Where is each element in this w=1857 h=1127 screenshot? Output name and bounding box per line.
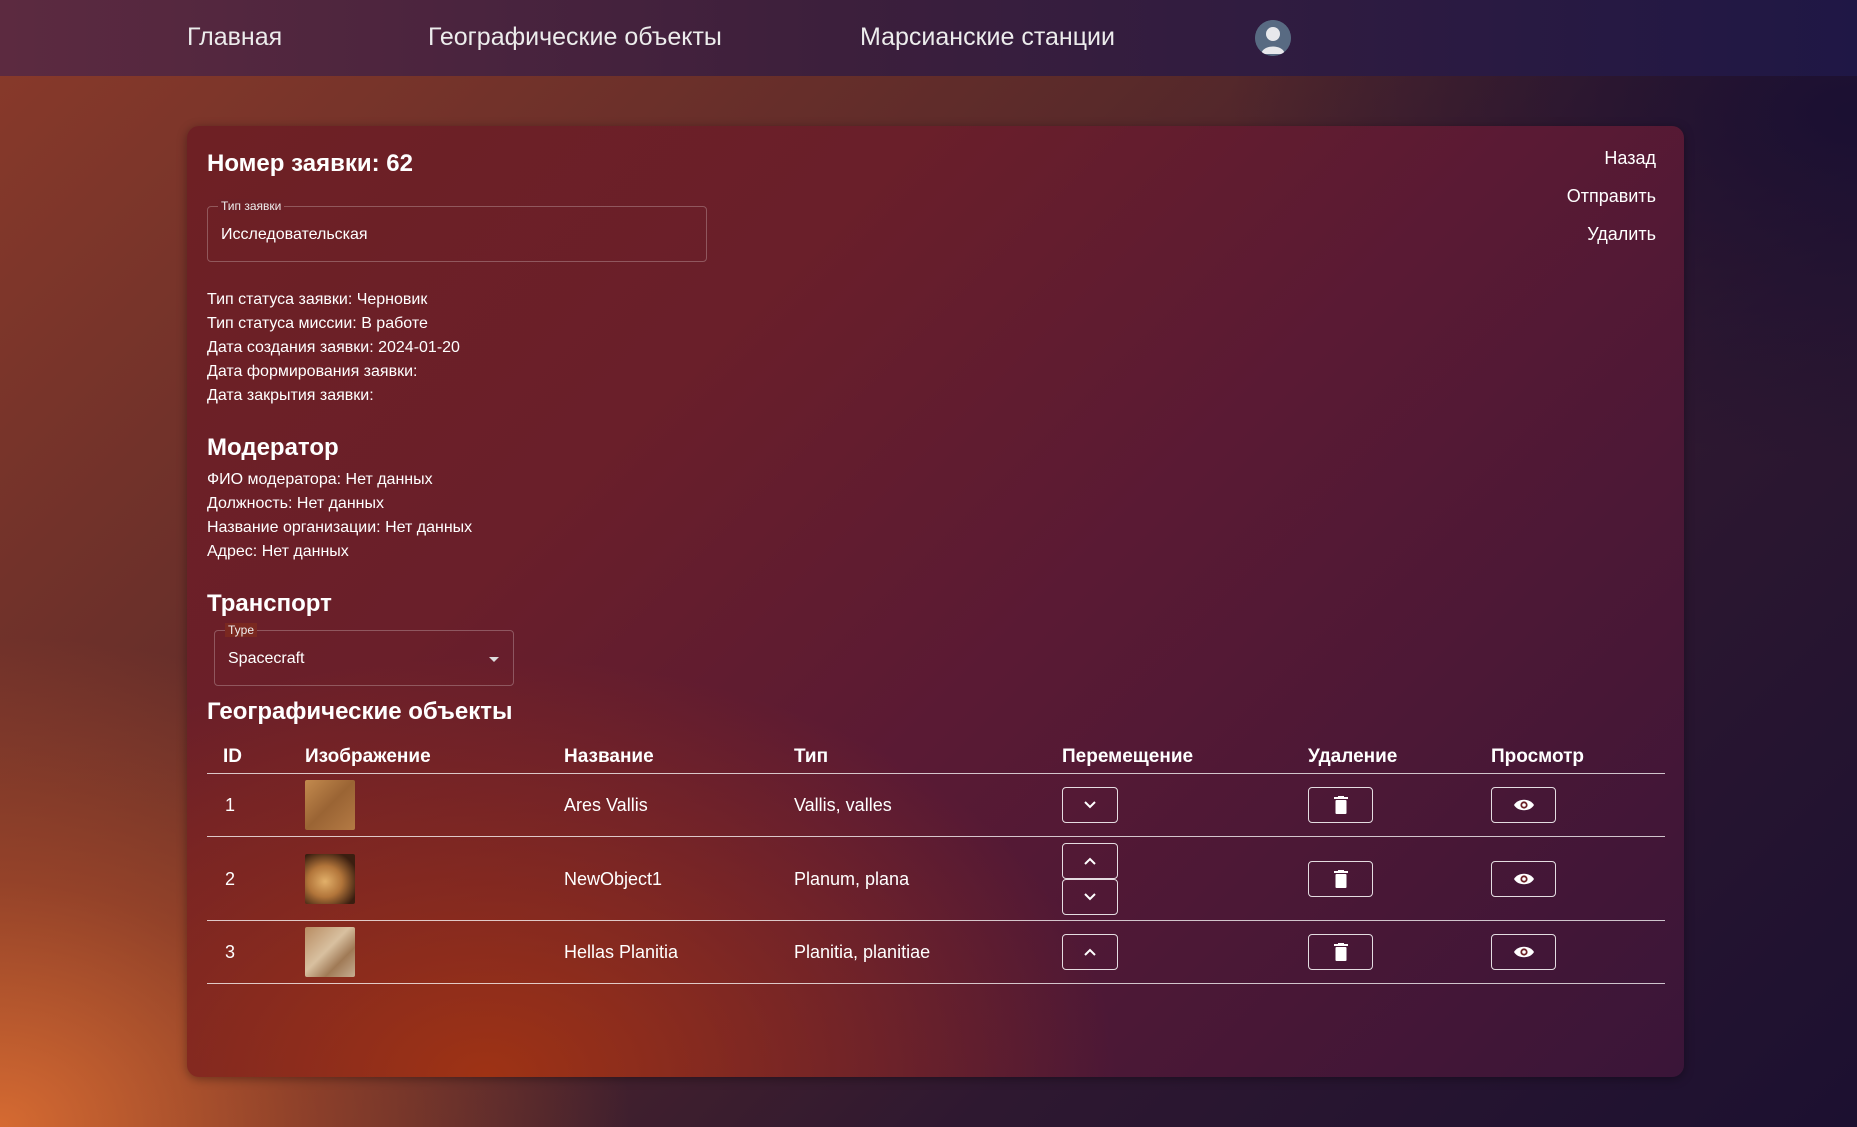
delete-row-button[interactable] xyxy=(1308,861,1373,897)
view-row-button[interactable] xyxy=(1491,787,1556,823)
row-name: Ares Vallis xyxy=(564,795,648,815)
object-thumbnail xyxy=(305,854,355,904)
table-row: 1 Ares Vallis Vallis, valles xyxy=(207,774,1665,837)
col-view: Просмотр xyxy=(1491,746,1585,767)
trash-icon xyxy=(1333,943,1348,961)
table-row: 2 NewObject1 Planum, plana xyxy=(207,837,1665,921)
geo-objects-heading: Географические объекты xyxy=(207,698,513,725)
back-button[interactable]: Назад xyxy=(1567,148,1656,169)
row-type: Planitia, planitiae xyxy=(794,942,931,962)
eye-icon xyxy=(1513,946,1534,958)
request-title: Номер заявки: 62 xyxy=(207,150,413,177)
status-line: Тип статуса заявки: Черновик xyxy=(207,291,428,308)
transport-heading: Транспорт xyxy=(207,590,332,617)
move-down-button[interactable] xyxy=(1062,787,1118,823)
object-thumbnail xyxy=(305,780,355,830)
row-id: 3 xyxy=(225,942,236,962)
col-id: ID xyxy=(223,746,242,767)
row-type: Vallis, valles xyxy=(794,795,892,815)
chevron-down-icon xyxy=(1084,801,1096,809)
created-date-line: Дата создания заявки: 2024-01-20 xyxy=(207,339,460,356)
move-down-button[interactable] xyxy=(1062,879,1118,915)
request-info: Тип статуса заявки: Черновик Тип статуса… xyxy=(207,288,460,408)
moderator-heading: Модератор xyxy=(207,434,339,461)
chevron-up-icon xyxy=(1084,857,1096,865)
transport-type-value: Spacecraft xyxy=(228,650,305,667)
view-row-button[interactable] xyxy=(1491,861,1556,897)
transport-type-select[interactable]: Type Spacecraft xyxy=(214,623,514,686)
moderator-organization-line: Название организации: Нет данных xyxy=(207,519,473,536)
nav-stations-link[interactable]: Марсианские станции xyxy=(860,23,1115,52)
row-name: Hellas Planitia xyxy=(564,942,679,962)
send-button[interactable]: Отправить xyxy=(1567,186,1656,207)
formed-date-line: Дата формирования заявки: xyxy=(207,363,418,380)
row-id: 2 xyxy=(225,869,236,889)
chevron-up-icon xyxy=(1084,948,1096,956)
moderator-name-line: ФИО модератора: Нет данных xyxy=(207,471,433,488)
eye-icon xyxy=(1513,873,1534,885)
nav-geo-objects-link[interactable]: Географические объекты xyxy=(428,23,722,52)
delete-row-button[interactable] xyxy=(1308,787,1373,823)
col-type: Тип xyxy=(794,746,829,767)
trash-icon xyxy=(1333,796,1348,814)
geo-objects-table: ID Изображение Название Тип Перемещение … xyxy=(207,734,1665,984)
transport-type-label: Type xyxy=(225,623,258,637)
move-up-button[interactable] xyxy=(1062,934,1118,970)
view-row-button[interactable] xyxy=(1491,934,1556,970)
delete-request-button[interactable]: Удалить xyxy=(1567,224,1656,245)
move-up-button[interactable] xyxy=(1062,843,1118,879)
col-move: Перемещение xyxy=(1062,746,1194,767)
mission-status-line: Тип статуса миссии: В работе xyxy=(207,315,428,332)
col-delete: Удаление xyxy=(1308,746,1398,767)
table-header: ID Изображение Название Тип Перемещение … xyxy=(207,734,1665,774)
request-type-value: Исследовательская xyxy=(221,226,368,243)
object-thumbnail xyxy=(305,927,355,977)
user-avatar-icon[interactable] xyxy=(1255,20,1291,56)
col-name: Название xyxy=(564,746,654,767)
moderator-address-line: Адрес: Нет данных xyxy=(207,543,349,560)
row-id: 1 xyxy=(225,795,236,815)
moderator-position-line: Должность: Нет данных xyxy=(207,495,384,512)
request-type-label: Тип заявки xyxy=(218,199,285,213)
col-image: Изображение xyxy=(305,746,431,767)
nav-home-link[interactable]: Главная xyxy=(187,23,282,52)
table-row: 3 Hellas Planitia Planitia, planitiae xyxy=(207,921,1665,984)
row-type: Planum, plana xyxy=(794,869,910,889)
delete-row-button[interactable] xyxy=(1308,934,1373,970)
trash-icon xyxy=(1333,870,1348,888)
row-name: NewObject1 xyxy=(564,869,663,889)
dropdown-arrow-icon xyxy=(489,657,499,662)
top-navbar: Главная Географические объекты Марсианск… xyxy=(0,0,1857,76)
moderator-info: ФИО модератора: Нет данных Должность: Не… xyxy=(207,468,472,564)
side-actions: Назад Отправить Удалить xyxy=(1567,148,1656,262)
chevron-down-icon xyxy=(1084,893,1096,901)
request-type-field[interactable]: Тип заявки Исследовательская xyxy=(207,199,707,262)
eye-icon xyxy=(1513,799,1534,811)
closed-date-line: Дата закрытия заявки: xyxy=(207,387,374,404)
request-card: Номер заявки: 62 Тип заявки Исследовател… xyxy=(187,126,1684,1077)
